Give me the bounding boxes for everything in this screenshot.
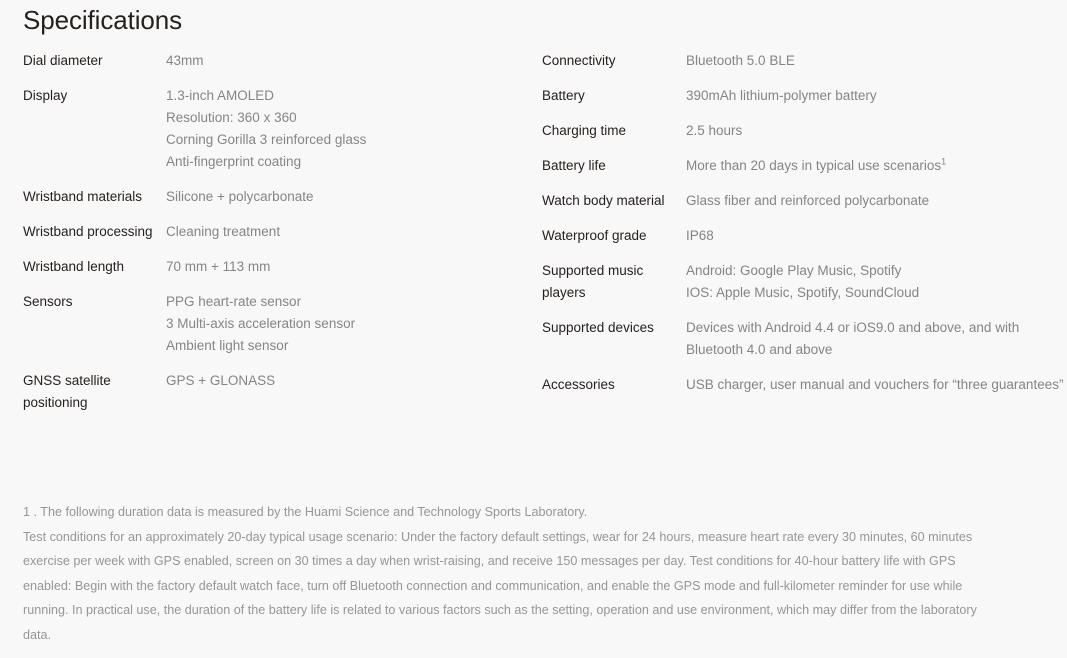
spec-value: Glass fiber and reinforced polycarbonate: [686, 190, 1067, 212]
spec-row: Wristband materials Silicone + polycarbon…: [23, 186, 530, 208]
spec-value-line: 390mAh lithium-polymer battery: [686, 88, 877, 103]
specifications-right-column: Connectivity Bluetooth 5.0 BLE Battery 390m…: [530, 50, 1067, 409]
spec-value-line: Ambient light sensor: [166, 338, 289, 353]
spec-row: Display 1.3-inch AMOLED Resolution: 360 x …: [23, 85, 530, 173]
spec-value-line: 1.3-inch AMOLED: [166, 88, 275, 103]
page-title: Specifications: [23, 5, 183, 35]
specifications-columns: Dial diameter 43mm Display 1.3-inch AMOLED R…: [0, 50, 1067, 427]
spec-row: Waterproof grade IP68: [542, 225, 1067, 247]
spec-label: Accessories: [542, 377, 615, 392]
spec-label: Watch body material: [542, 193, 665, 208]
footnote-line: Test conditions for an approximately 20-…: [23, 529, 973, 544]
spec-value-line: Corning Gorilla 3 reinforced glass: [166, 132, 367, 147]
spec-value-line: Glass fiber and reinforced polycarbonate: [686, 193, 930, 208]
spec-value: PPG heart-rate sensor 3 Multi-axis accele…: [166, 291, 530, 357]
spec-value: USB charger, user manual and vouchers fo…: [686, 374, 1067, 396]
footnote-marker: 1: [941, 156, 947, 167]
spec-value: Silicone + polycarbonate: [166, 186, 530, 208]
spec-row: Supported devices Devices with Android 4.…: [542, 317, 1067, 361]
spec-label: Dial diameter: [23, 53, 103, 68]
spec-value-line: 70 mm + 113 mm: [166, 259, 271, 274]
spec-value-line: Bluetooth 5.0 BLE: [686, 53, 795, 68]
spec-label: Supported devices: [542, 320, 654, 335]
spec-row: Dial diameter 43mm: [23, 50, 530, 72]
spec-value: 390mAh lithium-polymer battery: [686, 85, 1067, 107]
footnote-line: running. In practical use, the duration …: [23, 603, 977, 617]
spec-label: Waterproof grade: [542, 228, 647, 243]
spec-row: GNSS satellite positioning GPS + GLONASS: [23, 370, 530, 414]
spec-value-line: GPS + GLONASS: [166, 373, 276, 388]
spec-row: Battery 390mAh lithium-polymer battery: [542, 85, 1067, 107]
spec-label: Display: [23, 88, 68, 103]
spec-value-line: Bluetooth 4.0 and above: [686, 342, 833, 357]
spec-value-line: IOS: Apple Music, Spotify, SoundCloud: [686, 285, 920, 300]
spec-value: More than 20 days in typical use scenari…: [686, 155, 1067, 177]
spec-value-line: 2.5 hours: [686, 123, 743, 138]
spec-row: Accessories USB charger, user manual and …: [542, 374, 1067, 396]
footnote-line: 1 . The following duration data is measu…: [23, 505, 588, 519]
footnote-line: exercise per week with GPS enabled, scre…: [23, 554, 956, 568]
spec-value: Bluetooth 5.0 BLE: [686, 50, 1067, 72]
spec-value-line: More than 20 days in typical use scenari…: [686, 156, 947, 173]
specifications-left-column: Dial diameter 43mm Display 1.3-inch AMOLED R…: [0, 50, 530, 427]
spec-value-line: Silicone + polycarbonate: [166, 189, 314, 204]
spec-value-line: Resolution: 360 x 360: [166, 110, 297, 125]
spec-label: Battery: [542, 88, 585, 103]
spec-value: Cleaning treatment: [166, 221, 530, 243]
spec-value: 70 mm + 113 mm: [166, 256, 530, 278]
spec-value: 2.5 hours: [686, 120, 1067, 142]
spec-value: Android: Google Play Music, Spotify IOS: …: [686, 260, 1067, 304]
spec-value-line: Devices with Android 4.4 or iOS9.0 and a…: [686, 320, 1020, 335]
spec-value-line: PPG heart-rate sensor: [166, 294, 302, 309]
spec-label: GNSS satellite positioning: [23, 373, 111, 410]
spec-row: Charging time 2.5 hours: [542, 120, 1067, 142]
footnote-line: data.: [23, 627, 52, 642]
spec-value: GPS + GLONASS: [166, 370, 530, 392]
spec-label: Connectivity: [542, 53, 616, 68]
spec-value-line: 3 Multi-axis acceleration sensor: [166, 316, 356, 331]
spec-label: Sensors: [23, 294, 73, 309]
spec-value: Devices with Android 4.4 or iOS9.0 and a…: [686, 317, 1067, 361]
spec-value-line: USB charger, user manual and vouchers fo…: [686, 377, 1064, 392]
spec-row: Supported music players Android: Google P…: [542, 260, 1067, 304]
spec-row: Watch body material Glass fiber and reinf…: [542, 190, 1067, 212]
spec-value-line: Anti-fingerprint coating: [166, 154, 302, 169]
spec-row: Battery life More than 20 days in typical…: [542, 155, 1067, 177]
spec-row: Wristband processing Cleaning treatment: [23, 221, 530, 243]
spec-label: Supported music players: [542, 263, 644, 300]
spec-value-line: Android: Google Play Music, Spotify: [686, 263, 902, 278]
spec-label: Wristband length: [23, 259, 125, 274]
spec-value: IP68: [686, 225, 1067, 247]
spec-row: Wristband length 70 mm + 113 mm: [23, 256, 530, 278]
footnotes-block: 1 . The following duration data is measu…: [23, 500, 1053, 647]
spec-label: Charging time: [542, 123, 627, 138]
spec-label: Battery life: [542, 158, 606, 173]
spec-value-line: IP68: [686, 228, 714, 243]
spec-row: Sensors PPG heart-rate sensor 3 Multi-axis…: [23, 291, 530, 357]
specifications-page: Specifications Dial diameter 43mm Display 1…: [0, 0, 1067, 658]
spec-value: 43mm: [166, 50, 530, 72]
spec-value: 1.3-inch AMOLED Resolution: 360 x 360 Corn…: [166, 85, 530, 173]
spec-value-line: 43mm: [166, 53, 204, 68]
spec-label: Wristband processing: [23, 224, 153, 239]
spec-value-line: Cleaning treatment: [166, 224, 281, 239]
footnote-line: enabled: Begin with the factory default …: [23, 578, 963, 593]
spec-row: Connectivity Bluetooth 5.0 BLE: [542, 50, 1067, 72]
spec-label: Wristband materials: [23, 189, 143, 204]
